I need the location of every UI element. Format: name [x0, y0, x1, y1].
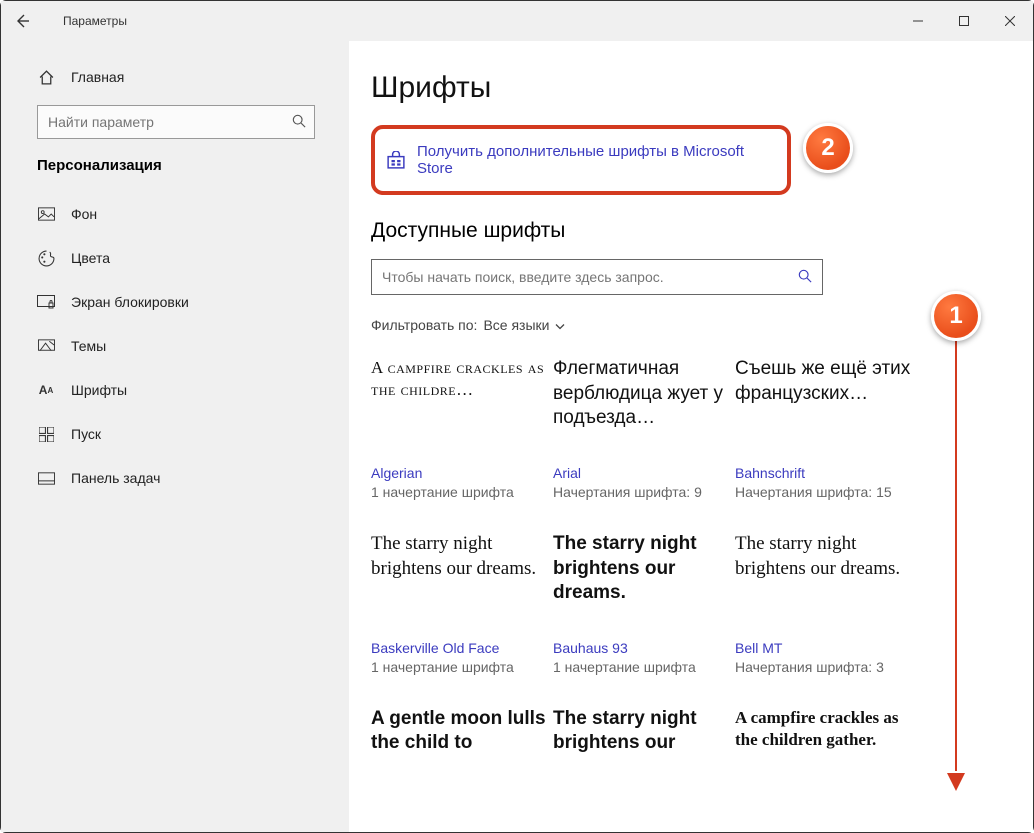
font-name: Bahnschrift — [735, 465, 805, 481]
font-name: Baskerville Old Face — [371, 640, 499, 656]
search-icon — [292, 114, 306, 131]
sidebar-item-label: Панель задач — [71, 470, 160, 486]
sidebar-item-label: Пуск — [71, 426, 101, 442]
font-preview: Съешь же ещё этих французских… — [735, 357, 911, 457]
sidebar-item-fonts[interactable]: AA Шрифты — [37, 368, 343, 412]
font-meta: 1 начертание шрифта — [371, 483, 514, 502]
maximize-button[interactable] — [941, 1, 987, 41]
font-meta: Начертания шрифта: 15 — [735, 483, 892, 502]
back-arrow-icon — [14, 13, 30, 29]
taskbar-icon — [37, 469, 55, 487]
start-icon — [37, 425, 55, 443]
font-preview: The starry night brightens our dreams. — [553, 532, 729, 632]
sidebar-home-label: Главная — [71, 69, 124, 85]
sidebar-item-label: Фон — [71, 206, 97, 222]
minimize-button[interactable] — [895, 1, 941, 41]
sidebar-item-label: Темы — [71, 338, 106, 354]
store-link[interactable]: Получить дополнительные шрифты в Microso… — [371, 125, 791, 195]
back-button[interactable] — [1, 1, 43, 41]
sidebar-item-taskbar[interactable]: Панель задач — [37, 456, 343, 500]
font-preview: The starry night brightens our dreams. — [735, 532, 911, 632]
titlebar: Параметры — [1, 1, 1033, 41]
sidebar-item-lockscreen[interactable]: Экран блокировки — [37, 280, 343, 324]
font-card[interactable]: The starry night brightens our dreams. Ba… — [553, 532, 729, 677]
page-title: Шрифты — [371, 71, 1021, 105]
available-fonts-head: Доступные шрифты — [371, 219, 1021, 243]
font-meta: 1 начертание шрифта — [371, 658, 514, 677]
font-meta: 1 начертание шрифта — [553, 658, 696, 677]
window-title: Параметры — [63, 14, 127, 28]
font-card[interactable]: A campfire crackles as the childre… Alger… — [371, 357, 547, 502]
font-name: Bauhaus 93 — [553, 640, 628, 656]
font-meta: Начертания шрифта: 9 — [553, 483, 702, 502]
store-icon — [387, 151, 405, 169]
callout-1: 1 — [931, 291, 981, 341]
filter-row: Фильтровать по: Все языки — [371, 317, 1021, 333]
lockscreen-icon — [37, 293, 55, 311]
picture-icon — [37, 205, 55, 223]
font-search[interactable] — [371, 259, 823, 295]
annotation-arrow — [953, 341, 959, 791]
search-icon — [798, 269, 812, 286]
sidebar-item-start[interactable]: Пуск — [37, 412, 343, 456]
font-name: Bell MT — [735, 640, 782, 656]
font-preview: Флегматичная верблюдица жует у подъезда… — [553, 357, 729, 457]
font-preview: The starry night brightens our — [553, 707, 729, 807]
font-card[interactable]: Съешь же ещё этих французских… Bahnschrif… — [735, 357, 911, 502]
themes-icon — [37, 337, 55, 355]
sidebar-search-input[interactable] — [48, 114, 292, 130]
font-preview: A campfire crackles as the childre… — [371, 357, 547, 457]
font-card[interactable]: Флегматичная верблюдица жует у подъезда…… — [553, 357, 729, 502]
font-card[interactable]: The starry night brightens our dreams. Be… — [735, 532, 911, 677]
font-preview: The starry night brightens our dreams. — [371, 532, 547, 632]
main-content: Шрифты Получить дополнительные шрифты в … — [349, 41, 1033, 832]
sidebar-item-label: Цвета — [71, 250, 110, 266]
filter-value: Все языки — [483, 317, 549, 333]
chevron-down-icon — [555, 317, 565, 333]
callout-2: 2 — [803, 123, 853, 173]
font-preview: A gentle moon lulls the child to — [371, 707, 547, 807]
filter-dropdown[interactable]: Все языки — [483, 317, 565, 333]
close-button[interactable] — [987, 1, 1033, 41]
font-card[interactable]: The starry night brightens our — [553, 707, 729, 815]
sidebar: Главная Персонализация Фон Цвета Экран б… — [1, 41, 349, 832]
font-card[interactable]: The starry night brightens our dreams. Ba… — [371, 532, 547, 677]
store-link-label: Получить дополнительные шрифты в Microso… — [417, 143, 775, 177]
filter-label: Фильтровать по: — [371, 317, 477, 333]
font-meta: Начертания шрифта: 3 — [735, 658, 884, 677]
font-preview: A campfire crackles as the children gath… — [735, 707, 911, 807]
sidebar-search[interactable] — [37, 105, 315, 139]
sidebar-item-background[interactable]: Фон — [37, 192, 343, 236]
font-name: Algerian — [371, 465, 422, 481]
font-card[interactable]: A gentle moon lulls the child to — [371, 707, 547, 815]
sidebar-home[interactable]: Главная — [37, 55, 343, 99]
sidebar-item-themes[interactable]: Темы — [37, 324, 343, 368]
home-icon — [37, 68, 55, 86]
font-card[interactable]: A campfire crackles as the children gath… — [735, 707, 911, 815]
palette-icon — [37, 249, 55, 267]
sidebar-item-label: Шрифты — [71, 382, 127, 398]
sidebar-item-colors[interactable]: Цвета — [37, 236, 343, 280]
sidebar-item-label: Экран блокировки — [71, 294, 189, 310]
font-grid: A campfire crackles as the childre… Alger… — [371, 357, 1021, 815]
font-name: Arial — [553, 465, 581, 481]
sidebar-section: Персонализация — [37, 157, 343, 174]
font-search-input[interactable] — [382, 269, 798, 285]
fonts-icon: AA — [37, 381, 55, 399]
